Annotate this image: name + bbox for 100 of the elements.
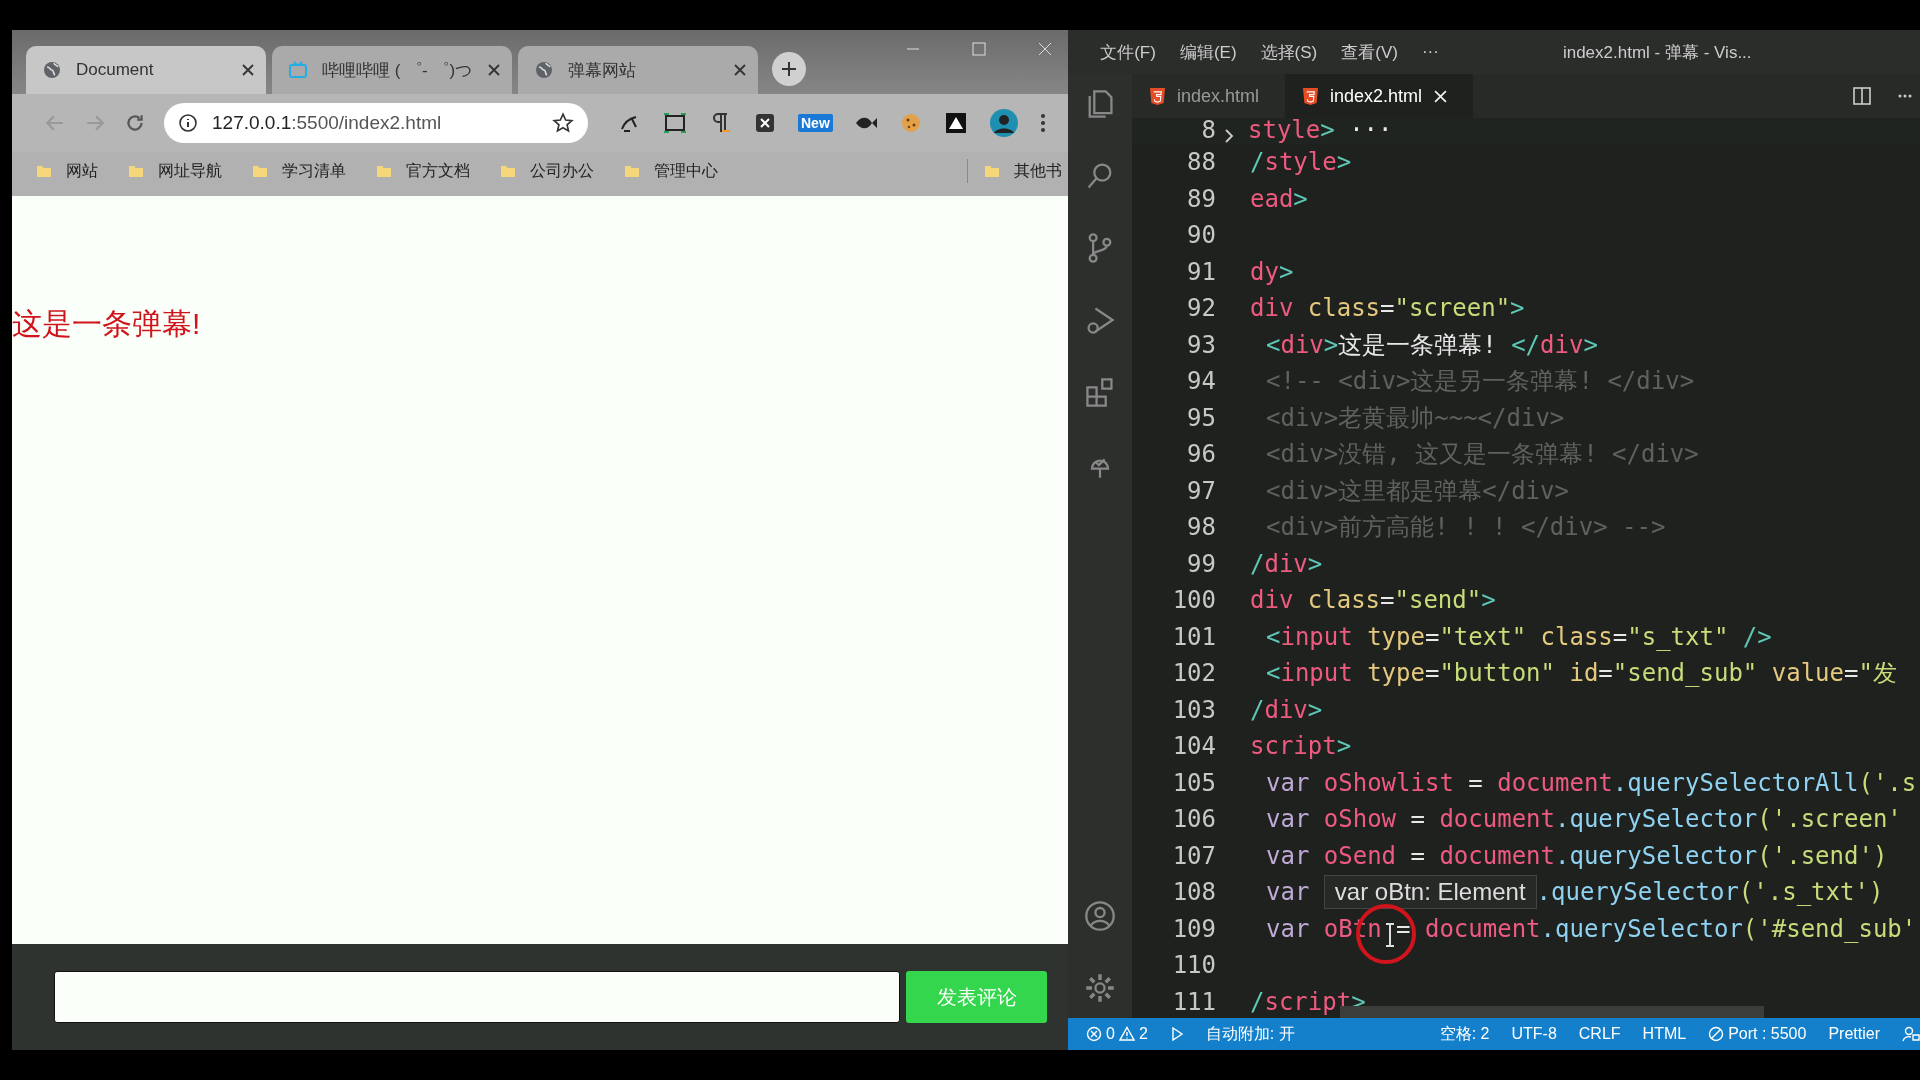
line-number: 93: [1186, 330, 1216, 359]
problems-status[interactable]: 0 2: [1086, 1025, 1148, 1043]
line-number: 110: [1171, 951, 1216, 980]
formatter-status[interactable]: Prettier: [1828, 1025, 1880, 1043]
play-icon[interactable]: [1169, 1027, 1184, 1041]
code-line: <div>这里都是弹幕</div>: [1265, 475, 1569, 507]
code-line: style> ···: [1248, 118, 1393, 144]
html5-icon: [1150, 87, 1165, 105]
extensions-icon[interactable]: [1084, 376, 1116, 408]
menu-item[interactable]: 编辑(E): [1179, 40, 1237, 64]
menu-item[interactable]: 选择(S): [1260, 40, 1318, 64]
folder-icon: [252, 163, 268, 179]
line-number: 109: [1171, 914, 1216, 943]
line-number: 88: [1186, 148, 1216, 177]
code-line: ead>: [1250, 184, 1308, 213]
account-icon[interactable]: [1084, 900, 1116, 932]
editor-tab[interactable]: index.html: [1132, 74, 1286, 118]
globe-icon: [42, 60, 62, 80]
menu-item[interactable]: ···: [1421, 42, 1439, 62]
code-line: <!-- <div>这是另一条弹幕! </div>: [1265, 366, 1695, 398]
port-status[interactable]: Port : 5500: [1708, 1025, 1807, 1043]
hover-tooltip: var oBtn: Element: [1323, 875, 1537, 910]
split-editor-icon[interactable]: [1852, 86, 1872, 106]
line-number: 107: [1171, 841, 1216, 870]
line-number: 94: [1186, 367, 1216, 396]
bookmark[interactable]: 管理中心: [624, 160, 718, 182]
line-number: 103: [1171, 695, 1216, 724]
tv-icon: [288, 60, 308, 80]
folder-icon: [624, 163, 640, 179]
status-item[interactable]: HTML: [1642, 1025, 1687, 1043]
editor-tab[interactable]: index2.html: [1285, 74, 1474, 118]
auto-attach-status[interactable]: 自动附加: 开: [1205, 1023, 1295, 1045]
menu-item[interactable]: 查看(V): [1341, 40, 1398, 64]
code-line: var oShowlist = document.querySelectorAll('.s: [1265, 768, 1917, 797]
code-line: <div>老黄最帅~~~</div>: [1265, 402, 1565, 434]
bookmark[interactable]: 学习清单: [252, 160, 346, 182]
code-line: <input type="text" class="s_txt" />: [1265, 622, 1772, 651]
line-number: 101: [1171, 622, 1216, 651]
folder-icon: [500, 163, 516, 179]
code-line: .querySelector('.s_txt'): [1536, 878, 1884, 907]
line-number: 95: [1186, 403, 1216, 432]
tab-title: Document: [76, 60, 155, 80]
folder-icon: [128, 163, 144, 179]
line-number: 108: [1171, 878, 1216, 907]
browser-tab[interactable]: 哔哩哔哩 ( ゜- ゜)つ: [272, 46, 512, 94]
line-number: 98: [1186, 513, 1216, 542]
globe-icon: [534, 60, 554, 80]
menu-item[interactable]: 文件(F): [1100, 40, 1156, 64]
info-icon: [178, 113, 198, 133]
folder-icon: [984, 163, 1000, 179]
screenshot-icon[interactable]: [663, 111, 687, 135]
status-item[interactable]: 空格: 2: [1439, 1023, 1490, 1045]
code-line: /div>: [1250, 695, 1323, 724]
code-line: script>: [1250, 732, 1352, 761]
code-line: /style>: [1250, 148, 1352, 177]
new-badge[interactable]: New: [798, 114, 833, 132]
browser-tab[interactable]: Document: [26, 46, 266, 94]
tab-title: 弹幕网站: [568, 59, 637, 82]
bookmark[interactable]: 官方文档: [376, 160, 470, 182]
code-line: <div>这是一条弹幕! </div>: [1265, 329, 1598, 361]
code-line: var oShow = document.querySelector('.screen': [1265, 805, 1902, 834]
status-item[interactable]: CRLF: [1578, 1025, 1621, 1043]
new-tab-button[interactable]: [772, 52, 806, 86]
x-square-icon[interactable]: [753, 111, 777, 135]
html5-icon: [1303, 87, 1319, 105]
close-icon[interactable]: [242, 64, 254, 76]
more-icon[interactable]: [1039, 113, 1046, 133]
tab-title: 哔哩哔哩 ( ゜- ゜)つ: [322, 59, 474, 82]
folder-icon: [376, 163, 392, 179]
settings-icon[interactable]: [1084, 972, 1116, 1004]
error-icon: [1086, 1026, 1102, 1042]
feedback-icon[interactable]: [1902, 1025, 1920, 1043]
bookmark[interactable]: 公司办公: [500, 160, 594, 182]
chevron-icon[interactable]: [1224, 128, 1234, 144]
code-line: <div>没错, 这又是一条弹幕! </div>: [1265, 439, 1699, 471]
danmaku-text: 这是一条弹幕!: [12, 306, 202, 342]
bookmark[interactable]: 网址导航: [128, 160, 222, 182]
comment-input[interactable]: [54, 971, 900, 1023]
line-number: 90: [1186, 221, 1216, 250]
code-line: var: [1265, 878, 1311, 907]
code-line: div class="send">: [1250, 586, 1496, 615]
star-icon[interactable]: [552, 112, 574, 134]
code-line: div class="screen">: [1250, 294, 1525, 323]
address-bar[interactable]: 127.0.0.1:5500/index2.html: [164, 103, 588, 143]
line-number: 96: [1186, 440, 1216, 469]
more-icon[interactable]: [1898, 94, 1912, 98]
mountain-icon[interactable]: [943, 111, 968, 135]
line-number: 102: [1171, 659, 1216, 688]
code-line: <div>前方高能! ! ! </div> -->: [1265, 512, 1666, 544]
bookmark[interactable]: 其他书: [984, 160, 1062, 182]
status-item[interactable]: UTF-8: [1511, 1025, 1557, 1043]
blocked-icon: [1708, 1026, 1725, 1042]
browser-tab[interactable]: 弹幕网站: [518, 46, 758, 94]
line-number: 104: [1171, 732, 1216, 761]
line-number: 91: [1186, 257, 1216, 286]
avatar-icon[interactable]: [988, 108, 1019, 138]
line-number: 89: [1186, 184, 1216, 213]
code-line: /div>: [1250, 549, 1323, 578]
reload-icon[interactable]: [124, 112, 146, 134]
bookmark[interactable]: 网站: [36, 160, 98, 182]
